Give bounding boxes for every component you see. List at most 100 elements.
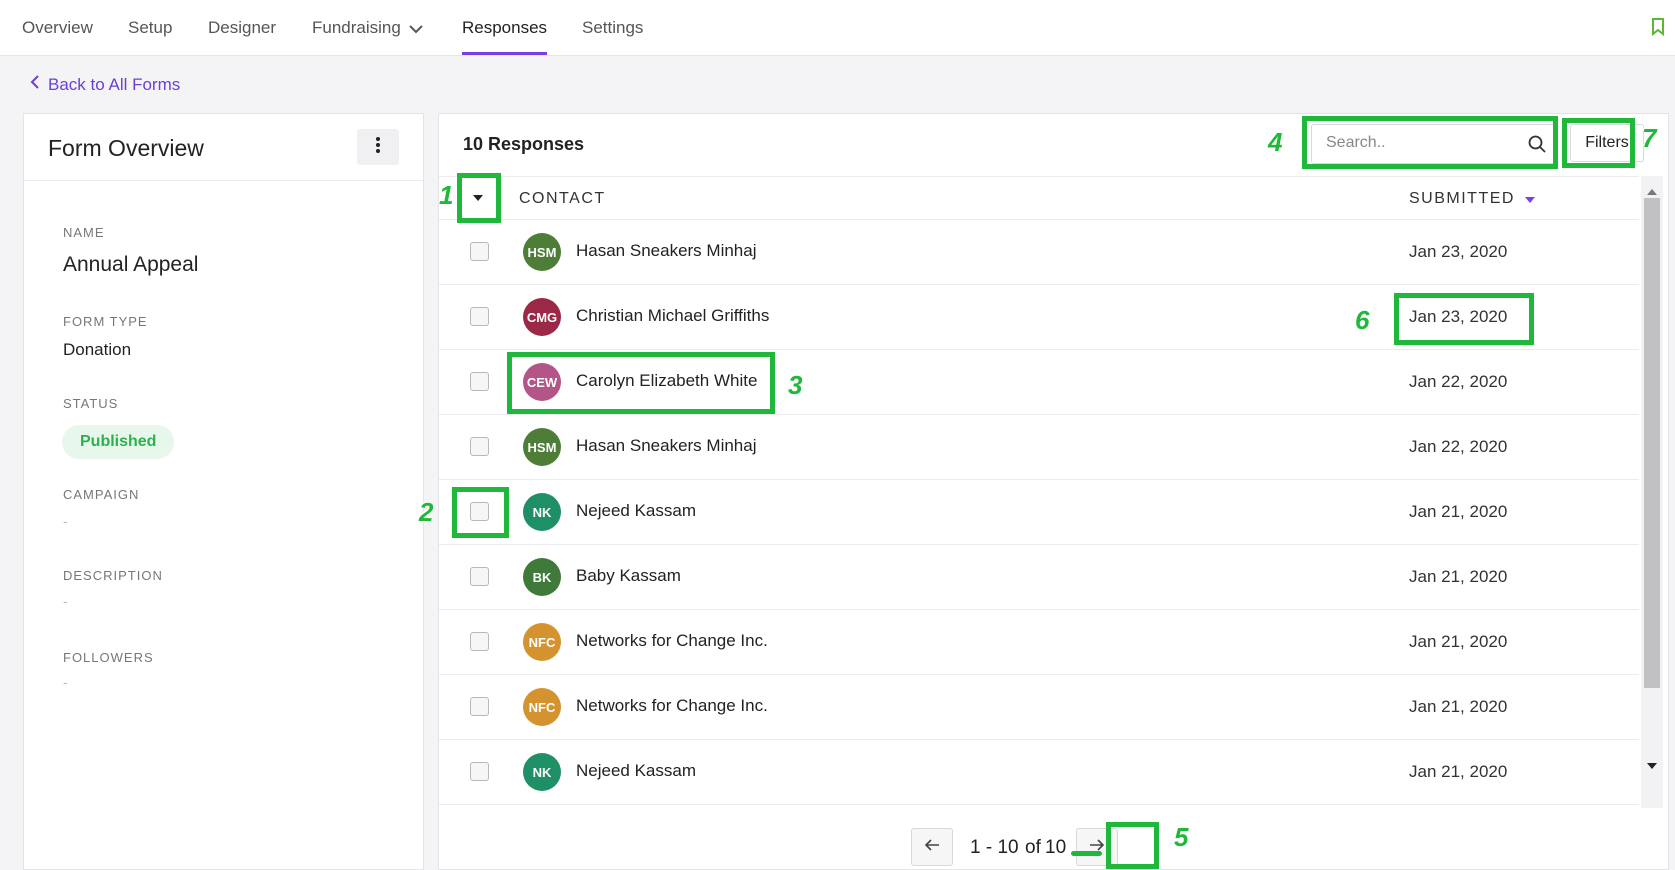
table-row[interactable]: BK Baby Kassam Jan 21, 2020 bbox=[439, 545, 1639, 610]
status-label: STATUS bbox=[63, 396, 119, 411]
more-options-button[interactable] bbox=[357, 129, 399, 165]
row-checkbox[interactable] bbox=[470, 762, 489, 781]
avatar: HSM bbox=[523, 233, 561, 271]
sort-desc-icon bbox=[1524, 190, 1535, 208]
back-to-all-forms-link[interactable]: Back to All Forms bbox=[30, 74, 180, 95]
row-checkbox[interactable] bbox=[470, 307, 489, 326]
tab-fundraising-label: Fundraising bbox=[312, 18, 401, 37]
avatar: CMG bbox=[523, 298, 561, 336]
search-box bbox=[1311, 124, 1557, 164]
followers-value: - bbox=[63, 674, 68, 690]
tab-designer[interactable]: Designer bbox=[208, 18, 276, 38]
pagination: 1 - 10 of 10 bbox=[439, 820, 1639, 870]
table-row[interactable]: HSM Hasan Sneakers Minhaj Jan 23, 2020 bbox=[439, 220, 1639, 285]
avatar: BK bbox=[523, 558, 561, 596]
table-row[interactable]: CEW Carolyn Elizabeth White Jan 22, 2020 bbox=[439, 350, 1639, 415]
contact-name[interactable]: Nejeed Kassam bbox=[576, 501, 696, 521]
campaign-value: - bbox=[63, 513, 68, 529]
name-value: Annual Appeal bbox=[63, 253, 199, 276]
table-header: CONTACT SUBMITTED bbox=[439, 176, 1639, 220]
row-checkbox[interactable] bbox=[470, 437, 489, 456]
tab-responses[interactable]: Responses bbox=[462, 18, 548, 55]
table-row[interactable]: HSM Hasan Sneakers Minhaj Jan 22, 2020 bbox=[439, 415, 1639, 480]
submitted-date: Jan 23, 2020 bbox=[1409, 242, 1508, 261]
column-header-contact[interactable]: CONTACT bbox=[519, 190, 606, 208]
status-badge: Published bbox=[62, 425, 175, 459]
annotation-underline-5 bbox=[1071, 851, 1102, 856]
table-row[interactable]: CMG Christian Michael Griffiths Jan 23, 20… bbox=[439, 285, 1639, 350]
submitted-date: Jan 21, 2020 bbox=[1409, 502, 1508, 521]
select-all-dropdown[interactable] bbox=[464, 183, 492, 211]
description-value: - bbox=[63, 593, 68, 609]
annotation-number-4: 4 bbox=[1268, 127, 1283, 157]
scrollbar[interactable] bbox=[1641, 176, 1663, 808]
row-checkbox[interactable] bbox=[470, 697, 489, 716]
page-total: 10 bbox=[1045, 837, 1067, 858]
avatar: NK bbox=[523, 753, 561, 791]
contact-name[interactable]: Networks for Change Inc. bbox=[576, 696, 768, 716]
form-type-label: FORM TYPE bbox=[63, 314, 148, 329]
submitted-date: Jan 21, 2020 bbox=[1409, 632, 1508, 651]
back-link-label: Back to All Forms bbox=[48, 74, 181, 94]
annotation-number-2: 2 bbox=[419, 497, 434, 527]
tab-settings[interactable]: Settings bbox=[582, 18, 643, 38]
campaign-label: CAMPAIGN bbox=[63, 487, 140, 502]
table-row[interactable]: NK Nejeed Kassam Jan 21, 2020 bbox=[439, 740, 1639, 805]
filters-button[interactable]: Filters bbox=[1570, 124, 1644, 162]
scrollbar-thumb[interactable] bbox=[1644, 198, 1660, 688]
table-row[interactable]: NFC Networks for Change Inc. Jan 21, 2020 bbox=[439, 610, 1639, 675]
search-input[interactable] bbox=[1326, 125, 1526, 161]
annotation-number-1: 1 bbox=[439, 180, 454, 210]
annotation-number-5: 5 bbox=[1174, 822, 1189, 852]
submitted-date: Jan 21, 2020 bbox=[1409, 697, 1508, 716]
submitted-date: Jan 22, 2020 bbox=[1409, 437, 1508, 456]
next-page-button[interactable] bbox=[1076, 828, 1118, 866]
column-header-submitted-label: SUBMITTED bbox=[1409, 190, 1515, 208]
caret-down-icon bbox=[473, 188, 483, 206]
name-label: NAME bbox=[63, 225, 105, 240]
tab-fundraising[interactable]: Fundraising bbox=[312, 18, 423, 39]
contact-name[interactable]: Christian Michael Griffiths bbox=[576, 306, 769, 326]
responses-panel: 10 Responses Filters CONTACT SUBMITTED H… bbox=[438, 113, 1669, 870]
form-type-value: Donation bbox=[63, 340, 132, 359]
page-of: of bbox=[1025, 837, 1041, 858]
submitted-date: Jan 23, 2020 bbox=[1409, 307, 1508, 326]
contact-name[interactable]: Networks for Change Inc. bbox=[576, 631, 768, 651]
row-checkbox[interactable] bbox=[470, 372, 489, 391]
submitted-date: Jan 22, 2020 bbox=[1409, 372, 1508, 391]
submitted-date: Jan 21, 2020 bbox=[1409, 567, 1508, 586]
contact-name[interactable]: Hasan Sneakers Minhaj bbox=[576, 241, 756, 261]
column-header-submitted[interactable]: SUBMITTED bbox=[1409, 190, 1535, 208]
contact-name[interactable]: Nejeed Kassam bbox=[576, 761, 696, 781]
page-range: 1 - 10 bbox=[970, 837, 1019, 858]
followers-label: FOLLOWERS bbox=[63, 650, 154, 665]
annotation-number-6: 6 bbox=[1355, 305, 1370, 335]
form-overview-title: Form Overview bbox=[48, 135, 204, 161]
annotation-number-3: 3 bbox=[788, 370, 803, 400]
submitted-date: Jan 21, 2020 bbox=[1409, 762, 1508, 781]
prev-page-button[interactable] bbox=[911, 828, 953, 866]
contact-name[interactable]: Hasan Sneakers Minhaj bbox=[576, 436, 756, 456]
contact-name[interactable]: Baby Kassam bbox=[576, 566, 681, 586]
row-checkbox[interactable] bbox=[470, 242, 489, 261]
top-nav: Overview Setup Designer Fundraising Resp… bbox=[0, 0, 1675, 56]
form-overview-panel: Form Overview NAME Annual Appeal FORM TY… bbox=[23, 113, 424, 870]
table-row[interactable]: NK Nejeed Kassam Jan 21, 2020 bbox=[439, 480, 1639, 545]
contact-name[interactable]: Carolyn Elizabeth White bbox=[576, 371, 757, 391]
row-checkbox[interactable] bbox=[470, 632, 489, 651]
scroll-down-icon[interactable] bbox=[1647, 756, 1657, 774]
row-checkbox[interactable] bbox=[470, 567, 489, 586]
row-checkbox[interactable] bbox=[470, 502, 489, 521]
bookmark-icon[interactable] bbox=[1651, 18, 1665, 41]
avatar: NFC bbox=[523, 688, 561, 726]
form-overview-header: Form Overview bbox=[24, 114, 423, 181]
table-row[interactable]: NFC Networks for Change Inc. Jan 21, 2020 bbox=[439, 675, 1639, 740]
tab-overview[interactable]: Overview bbox=[22, 18, 93, 38]
search-icon[interactable] bbox=[1528, 135, 1546, 158]
chevron-left-icon bbox=[30, 74, 40, 95]
chevron-down-icon bbox=[409, 19, 423, 39]
avatar: NK bbox=[523, 493, 561, 531]
description-label: DESCRIPTION bbox=[63, 568, 163, 583]
tab-setup[interactable]: Setup bbox=[128, 18, 172, 38]
avatar: HSM bbox=[523, 428, 561, 466]
